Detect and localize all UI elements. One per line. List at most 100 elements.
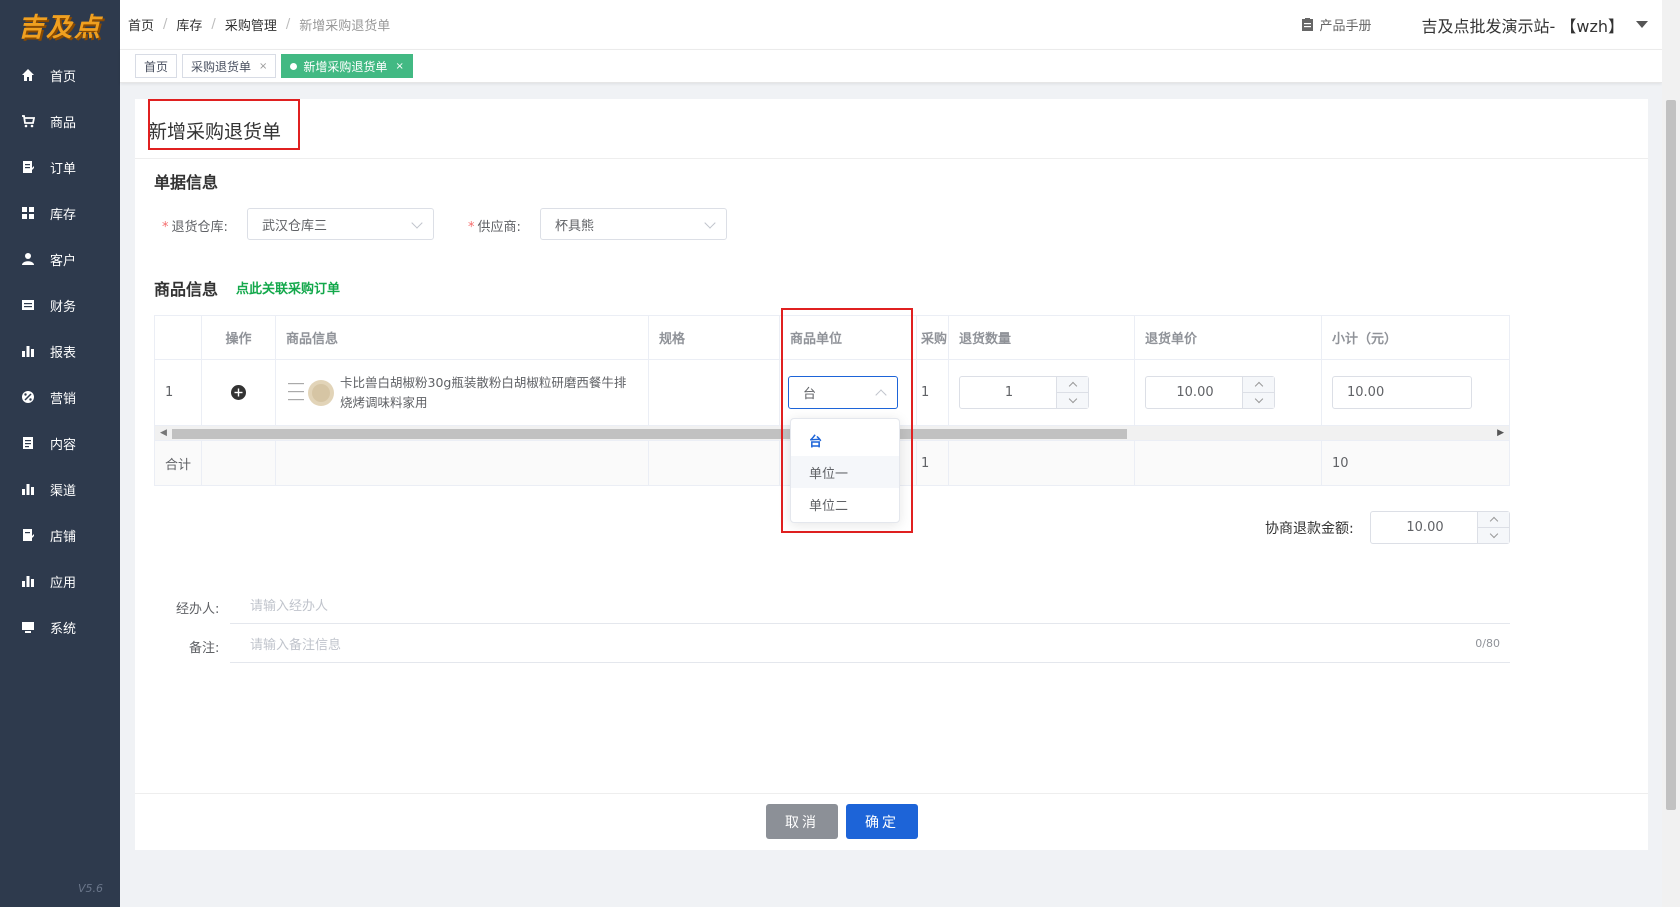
return-price-input[interactable]: 10.00 [1145, 376, 1275, 409]
refund-input[interactable]: 10.00 [1370, 511, 1510, 544]
increment-button[interactable] [1243, 377, 1274, 393]
handler-input[interactable]: 请输入经办人 [230, 586, 1510, 624]
warehouse-label: * 退货仓库: [162, 220, 228, 235]
sidebar-item-label: 应用 [50, 575, 77, 591]
increment-button[interactable] [1478, 512, 1509, 528]
th-spec: 规格 [649, 316, 780, 359]
confirm-button[interactable]: 确定 [846, 804, 918, 839]
page-title: 新增采购退货单 [148, 121, 282, 143]
breadcrumb-item[interactable]: 采购管理 [225, 15, 277, 34]
th-subtotal: 小计（元） [1322, 316, 1509, 359]
bar-chart-icon [20, 573, 36, 589]
product-manual-link[interactable]: 产品手册 [1302, 15, 1372, 34]
tab-new-purchase-return[interactable]: 新增采购退货单 × [281, 54, 413, 78]
product-thumbnail [286, 372, 334, 413]
user-menu[interactable]: 吉及点批发演示站- 【wzh】 [1422, 13, 1648, 37]
header-right: 产品手册 吉及点批发演示站- 【wzh】 [1302, 13, 1662, 37]
warehouse-label-text: 退货仓库: [171, 220, 228, 235]
sidebar-item-system[interactable]: 系统 [0, 604, 120, 650]
chevron-up-icon [875, 389, 887, 401]
th-action: 操作 [202, 316, 276, 359]
footer-label: 合计 [155, 441, 202, 485]
row-unit: 台 [780, 360, 917, 425]
row-index: 1 [155, 360, 202, 425]
page-scroll-thumb[interactable] [1666, 100, 1676, 810]
sidebar-item-orders[interactable]: 订单 [0, 144, 120, 190]
finance-icon [20, 297, 36, 313]
add-circle-icon[interactable] [231, 385, 246, 400]
breadcrumb-separator: / [211, 17, 216, 32]
footer-empty [1135, 441, 1322, 485]
manual-label: 产品手册 [1319, 19, 1372, 34]
cancel-button[interactable]: 取消 [766, 804, 838, 839]
decrement-button[interactable] [1243, 393, 1274, 409]
unit-option[interactable]: 单位二 [791, 488, 899, 520]
warehouse-select[interactable]: 武汉仓库三 [247, 208, 434, 240]
unit-select[interactable]: 台 [788, 376, 898, 409]
footer-empty [202, 441, 276, 485]
return-qty-input[interactable]: 1 [959, 376, 1089, 409]
subtotal-input[interactable]: 10.00 [1332, 376, 1472, 409]
row-subtotal: 10.00 [1322, 360, 1509, 425]
supplier-label-text: 供应商: [477, 220, 521, 235]
table-row: 1 卡比兽白胡椒粉30g瓶装散粉白胡椒粒研磨西餐牛排烧烤调味料家用 台 1 1 … [155, 360, 1509, 426]
breadcrumb-separator: / [285, 17, 291, 32]
scroll-left-icon[interactable]: ◀ [160, 428, 167, 438]
unit-option[interactable]: 单位一 [791, 456, 899, 488]
cart-icon [20, 113, 36, 129]
sidebar-item-store[interactable]: 店铺 [0, 512, 120, 558]
sidebar-item-home[interactable]: 首页 [0, 52, 120, 98]
link-purchase-order[interactable]: 点此关联采购订单 [236, 278, 340, 297]
sidebar-item-finance[interactable]: 财务 [0, 282, 120, 328]
decrement-button[interactable] [1057, 393, 1088, 409]
sidebar-item-label: 客户 [50, 253, 77, 269]
row-purchase-qty: 1 [917, 360, 949, 425]
tab-purchase-return[interactable]: 采购退货单 × [182, 54, 277, 78]
close-icon[interactable]: × [259, 61, 267, 72]
main-panel: 新增采购退货单 单据信息 * 退货仓库: 武汉仓库三 * 供应商: 杯具熊 商品信息… [135, 99, 1648, 850]
bar-chart-icon [20, 343, 36, 359]
remark-count: 0/80 [1475, 637, 1500, 650]
grid-icon [20, 205, 36, 221]
supplier-select[interactable]: 杯具熊 [540, 208, 727, 240]
sidebar-item-label: 订单 [50, 161, 77, 177]
sidebar-item-customers[interactable]: 客户 [0, 236, 120, 282]
page-scrollbar[interactable] [1662, 0, 1680, 907]
sidebar-item-inventory[interactable]: 库存 [0, 190, 120, 236]
tab-label: 新增采购退货单 [303, 59, 388, 74]
decrement-button[interactable] [1478, 528, 1509, 544]
scroll-right-icon[interactable]: ▶ [1497, 428, 1504, 438]
row-product: 卡比兽白胡椒粉30g瓶装散粉白胡椒粒研磨西餐牛排烧烤调味料家用 [276, 360, 649, 425]
increment-button[interactable] [1057, 377, 1088, 393]
sidebar-item-marketing[interactable]: 营销 [0, 374, 120, 420]
sidebar-item-channels[interactable]: 渠道 [0, 466, 120, 512]
th-return-qty: 退货数量 [949, 316, 1135, 359]
footer-purchase-total: 1 [917, 441, 949, 485]
th-return-price: 退货单价 [1135, 316, 1322, 359]
version-label: V5.6 [78, 882, 104, 895]
row-return-qty: 1 [949, 360, 1135, 425]
sidebar-item-reports[interactable]: 报表 [0, 328, 120, 374]
breadcrumb-item[interactable]: 首页 [128, 15, 154, 34]
footer-empty [276, 441, 649, 485]
sidebar-item-label: 首页 [50, 69, 77, 85]
sidebar-menu: 首页 商品 订单 库存 客户 财务 报表 营销 内容 渠道 店铺 应用 系统 [0, 52, 120, 650]
sidebar-item-content[interactable]: 内容 [0, 420, 120, 466]
sidebar-item-label: 营销 [50, 391, 77, 407]
subtotal-value: 10.00 [1347, 385, 1385, 400]
th-index [155, 316, 202, 359]
breadcrumb-item[interactable]: 库存 [176, 15, 202, 34]
sidebar-item-goods[interactable]: 商品 [0, 98, 120, 144]
sidebar-item-label: 财务 [50, 299, 77, 315]
remark-label: 备注: [189, 641, 220, 656]
row-action [202, 360, 276, 425]
sidebar-item-apps[interactable]: 应用 [0, 558, 120, 604]
unit-option[interactable]: 台 [791, 424, 899, 456]
remark-input[interactable]: 请输入备注信息 0/80 [230, 625, 1510, 663]
scroll-thumb[interactable] [172, 429, 1127, 439]
chevron-down-icon [704, 217, 716, 229]
monitor-icon [20, 619, 36, 635]
tab-home[interactable]: 首页 [135, 54, 178, 78]
handler-placeholder: 请输入经办人 [250, 599, 329, 614]
close-icon[interactable]: × [395, 61, 403, 72]
